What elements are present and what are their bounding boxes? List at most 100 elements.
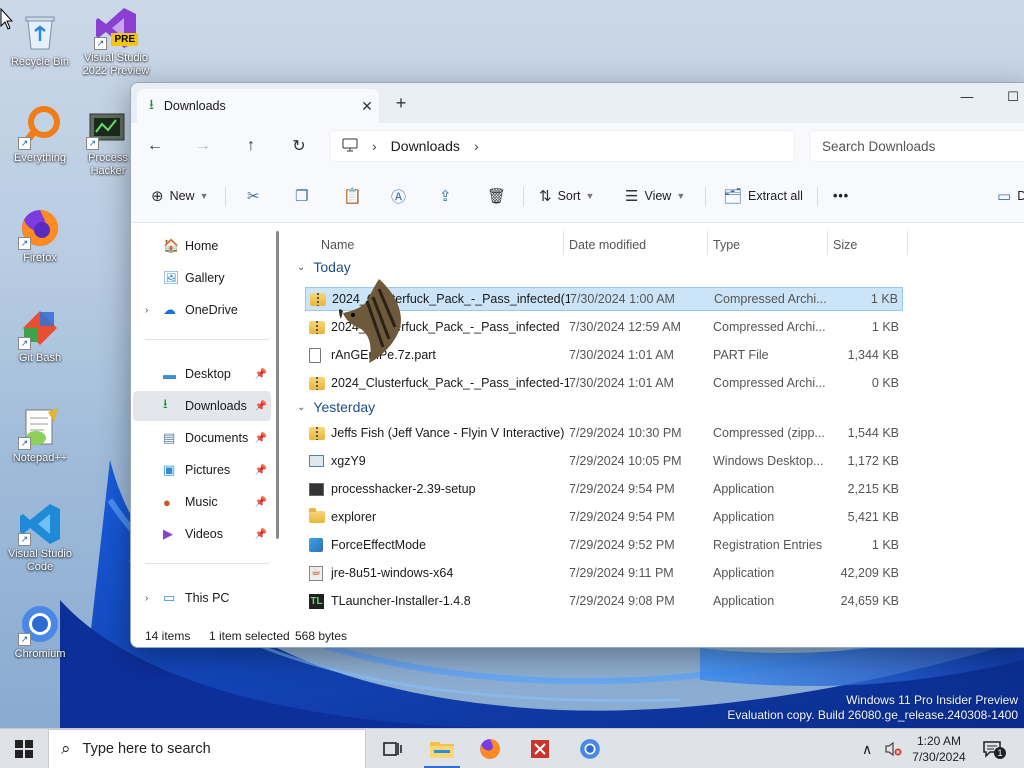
notification-center-button[interactable]: 1 [982, 729, 1006, 768]
more-options-button[interactable]: ••• [833, 183, 849, 209]
desktop-icon-process-hacker[interactable]: ↗ Process Hacker [78, 106, 138, 178]
breadcrumb-separator[interactable]: › [372, 138, 377, 154]
system-clock[interactable]: 1:20 AM 7/30/2024 [906, 733, 972, 765]
file-size: 1 KB [871, 538, 899, 552]
sidebar-item-onedrive[interactable]: › ☁ OneDrive [133, 295, 271, 325]
tray-overflow-button[interactable]: ∧ [862, 729, 872, 768]
delete-button[interactable]: 🗑 [487, 183, 512, 209]
sidebar-item-gallery[interactable]: 🖼 Gallery [133, 263, 271, 293]
taskbar-file-explorer[interactable] [418, 729, 466, 768]
sidebar-item-home[interactable]: 🏠 Home [133, 231, 271, 261]
column-header-type[interactable]: Type [713, 231, 740, 259]
column-header-size[interactable]: Size [833, 231, 857, 259]
nav-scrollbar[interactable] [276, 231, 279, 539]
pin-icon: 📌 [254, 528, 267, 540]
minimize-button[interactable]: — [947, 89, 987, 104]
group-header-yesterday[interactable]: ⌄ Yesterday [297, 399, 375, 415]
file-name: explorer [331, 510, 377, 524]
desktop-icon-vscode[interactable]: ↗ Visual Studio Code [2, 502, 78, 574]
column-header-date[interactable]: Date modified [569, 231, 646, 259]
file-icon-cell [309, 508, 331, 523]
file-icon-cell [309, 538, 331, 552]
search-input[interactable]: Search Downloads [809, 130, 1024, 162]
file-date: 7/29/2024 9:08 PM [569, 594, 675, 608]
column-divider[interactable] [707, 231, 708, 255]
taskbar-search-box[interactable]: ⌕ Type here to search [48, 729, 366, 768]
column-divider[interactable] [563, 231, 564, 255]
desktop-icon-chromium[interactable]: ↗ Chromium [2, 602, 78, 661]
taskbar-app-red[interactable] [516, 729, 564, 768]
toolbar-divider [523, 187, 524, 207]
extract-all-button[interactable]: 🗂 Extract all [723, 183, 803, 209]
visual-studio-icon: PRE ↗ [94, 6, 138, 50]
shortcut-arrow-icon: ↗ [94, 37, 107, 50]
title-bar[interactable]: ⭳ Downloads ✕ + — ☐ [131, 83, 1024, 123]
taskbar-firefox[interactable] [466, 729, 514, 768]
sort-button[interactable]: ⇅ Sort ▼ [539, 183, 594, 209]
column-divider[interactable] [907, 231, 908, 255]
rename-button[interactable]: Ⓐ [391, 183, 412, 209]
sidebar-item-downloads[interactable]: ⭳ Downloads 📌 [133, 391, 271, 421]
tab-close-button[interactable]: ✕ [355, 98, 379, 115]
details-pane-button[interactable]: ▭ D [997, 183, 1024, 209]
extract-icon: 🗂 [723, 188, 743, 205]
column-divider[interactable] [827, 231, 828, 255]
sidebar-item-music[interactable]: ● Music 📌 [133, 487, 271, 517]
zip-folder-icon [309, 426, 325, 440]
file-row[interactable]: xgzY9 7/29/2024 10:05 PM Windows Desktop..… [305, 449, 903, 473]
file-explorer-window[interactable]: ⭳ Downloads ✕ + — ☐ ← → ↑ ↻ › Downloads … [130, 82, 1024, 648]
file-row[interactable]: TL TLauncher-Installer-1.4.8 7/29/2024 9:0… [305, 589, 903, 613]
file-row[interactable]: Jeffs Fish (Jeff Vance - Flyin V Interac… [305, 421, 903, 445]
desktop-icon-label: Recycle Bin [10, 56, 70, 68]
desktop-icon-notepad-plus-plus[interactable]: ↗ Notepad++ [2, 406, 78, 465]
chevron-right-icon[interactable]: › [145, 593, 148, 604]
new-tab-button[interactable]: + [389, 93, 413, 114]
desktop-icon-label: Git Bash [18, 352, 62, 364]
tab-downloads[interactable]: ⭳ Downloads ✕ [137, 89, 379, 123]
file-row[interactable]: jre-8u51-windows-x64 7/29/2024 9:11 PM App… [305, 561, 903, 585]
copy-button[interactable]: ❐ [295, 183, 314, 209]
breadcrumb-downloads[interactable]: Downloads [391, 138, 460, 154]
back-button[interactable]: ← [131, 137, 179, 155]
file-row[interactable]: 2024_Clusterfuck_Pack_-_Pass_infected-1 7… [305, 371, 903, 395]
chevron-down-icon: ▼ [199, 191, 209, 201]
file-icon-cell [309, 347, 331, 363]
paste-button[interactable]: 📋 [343, 183, 368, 209]
evaluation-watermark: Windows 11 Pro Insider Preview Evaluatio… [727, 693, 1018, 723]
maximize-button[interactable]: ☐ [993, 89, 1024, 105]
sidebar-item-desktop[interactable]: ▬ Desktop 📌 [133, 359, 271, 389]
refresh-button[interactable]: ↻ [275, 136, 323, 156]
view-button[interactable]: ☰ View ▼ [625, 183, 685, 209]
desktop-icon-visual-studio-preview[interactable]: PRE ↗ Visual Studio 2022 Preview [78, 6, 154, 78]
start-button[interactable] [0, 729, 48, 768]
forward-button[interactable]: → [179, 137, 227, 155]
chevron-right-icon[interactable]: › [145, 305, 148, 316]
file-date: 7/30/2024 12:59 AM [569, 320, 681, 334]
file-row[interactable]: processhacker-2.39-setup 7/29/2024 9:54 P… [305, 477, 903, 501]
dragged-fish-image [339, 279, 401, 363]
new-button[interactable]: ⊕ New ▼ [151, 183, 209, 209]
task-view-button[interactable] [368, 729, 416, 768]
up-button[interactable]: ↑ [227, 137, 275, 155]
file-date: 7/30/2024 1:01 AM [569, 376, 674, 390]
desktop-icon-git-bash[interactable]: ↗ Git Bash [2, 306, 78, 365]
group-header-today[interactable]: ⌄ Today [297, 259, 351, 275]
address-bar[interactable]: › Downloads › [329, 130, 795, 162]
desktop-icon-label: Visual Studio 2022 Preview [82, 52, 150, 77]
selection-info: 1 item selected [209, 629, 290, 643]
volume-muted-icon[interactable] [884, 729, 902, 768]
search-icon: ⌕ [61, 739, 71, 758]
file-row[interactable]: explorer 7/29/2024 9:54 PM Application 5,42… [305, 505, 903, 529]
desktop-icon-everything[interactable]: ↗ Everything [2, 106, 78, 165]
taskbar-chromium[interactable] [566, 729, 614, 768]
share-button[interactable]: ⇪ [439, 183, 458, 209]
sidebar-item-documents[interactable]: ▤ Documents 📌 [133, 423, 271, 453]
file-row[interactable]: ForceEffectMode 7/29/2024 9:52 PM Registra… [305, 533, 903, 557]
breadcrumb-separator[interactable]: › [474, 138, 479, 154]
column-header-name[interactable]: Name [321, 231, 354, 259]
cut-button[interactable]: ✂ [247, 183, 266, 209]
sidebar-item-this-pc[interactable]: › ▭ This PC [133, 583, 271, 613]
sidebar-item-videos[interactable]: ▶ Videos 📌 [133, 519, 271, 549]
sidebar-item-pictures[interactable]: ▣ Pictures 📌 [133, 455, 271, 485]
desktop-icon-firefox[interactable]: ↗ Firefox [2, 206, 78, 265]
